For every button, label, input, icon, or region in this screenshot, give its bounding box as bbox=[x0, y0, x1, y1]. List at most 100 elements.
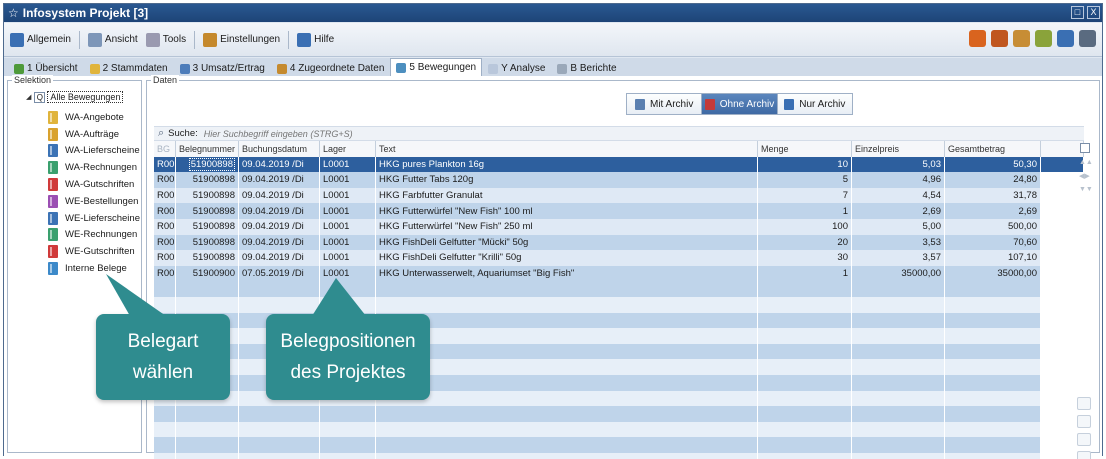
zoom-icon[interactable] bbox=[1077, 415, 1091, 428]
table-row[interactable]: R00 51900898 09.04.2019 /Di L0001 HKG Futter… bbox=[154, 203, 1084, 219]
empty-cell bbox=[376, 390, 758, 407]
table-row[interactable]: R00 51900898 09.04.2019 /Di L0001 HKG pures … bbox=[154, 156, 1084, 173]
cell-text: 09.04.2019 /Di bbox=[242, 236, 304, 248]
column-header[interactable]: Buchungsdatum bbox=[239, 141, 320, 157]
cell-belegnummer: 51900900 bbox=[176, 265, 239, 282]
cell-text: 09.04.2019 /Di bbox=[242, 205, 304, 217]
empty-cell bbox=[852, 296, 945, 313]
table-row[interactable]: R00 51900898 09.04.2019 /Di L0001 HKG FishDe… bbox=[154, 234, 1084, 251]
column-header[interactable]: Text bbox=[376, 141, 758, 157]
cell-text: HKG Farbfutter Granulat bbox=[379, 190, 483, 202]
sort-down-icon[interactable]: ▼▼ bbox=[1079, 186, 1093, 193]
cell-text: HKG Futterwürfel "New Fish" 100 ml bbox=[379, 205, 533, 217]
cell-buchungsdatum: 09.04.2019 /Di bbox=[239, 250, 320, 266]
sort-up-icon[interactable]: ▲▲ bbox=[1079, 159, 1093, 166]
filter-button[interactable]: Ohne Archiv bbox=[702, 94, 778, 114]
cell-lager: L0001 bbox=[320, 234, 376, 251]
tab-icon bbox=[396, 62, 407, 73]
tree-root[interactable]: ◢ Q Alle Bewegungen bbox=[26, 91, 124, 103]
menu-hilfe[interactable]: Hilfe bbox=[297, 32, 334, 47]
callout-line: des Projektes bbox=[290, 362, 406, 383]
close-button[interactable]: X bbox=[1087, 6, 1100, 19]
restore-button[interactable]: □ bbox=[1071, 6, 1084, 19]
table-row[interactable]: R00 51900898 09.04.2019 /Di L0001 HKG FishDe… bbox=[154, 250, 1084, 266]
table-row[interactable]: R00 51900898 09.04.2019 /Di L0001 HKG Farbfu… bbox=[154, 187, 1084, 204]
table-row[interactable]: R00 51900898 09.04.2019 /Di L0001 HKG Futter… bbox=[154, 172, 1084, 188]
menu-einstellungen[interactable]: Einstellungen bbox=[203, 32, 280, 47]
tree-item[interactable]: WA-Gutschriften bbox=[48, 176, 140, 193]
tab-7[interactable]: B Berichte bbox=[551, 60, 622, 76]
tab-5[interactable]: 5 Bewegungen bbox=[390, 58, 483, 76]
tools-icon bbox=[145, 32, 160, 47]
cell-text: 51900898 bbox=[192, 190, 235, 202]
empty-cell bbox=[852, 328, 945, 344]
cell-text: HKG FishDeli Gelfutter "Mücki" 50g bbox=[376, 234, 758, 251]
column-chooser-icon[interactable] bbox=[1080, 143, 1090, 153]
tree-item[interactable]: WA-Angebote bbox=[48, 109, 140, 126]
expand-icon[interactable]: ◢ bbox=[26, 93, 31, 101]
export-icon[interactable] bbox=[1077, 433, 1091, 446]
grid-view-icon[interactable] bbox=[1077, 397, 1091, 410]
cell-text: 3,53 bbox=[922, 236, 942, 248]
toolbar-icon[interactable] bbox=[991, 30, 1008, 47]
menu-allgemein[interactable]: Allgemein bbox=[10, 32, 71, 47]
toolbar-icon[interactable] bbox=[1035, 30, 1052, 47]
tree-item[interactable]: WA-Aufträge bbox=[48, 126, 140, 143]
tree-item[interactable]: WE-Bestellungen bbox=[48, 193, 140, 210]
toolbar-icon[interactable] bbox=[1079, 30, 1096, 47]
empty-cell bbox=[239, 406, 320, 422]
column-header[interactable]: Einzelpreis bbox=[852, 141, 945, 157]
filter-button[interactable]: Mit Archiv bbox=[627, 94, 703, 114]
cell-text: 4,96 bbox=[922, 174, 942, 186]
cell-einzelpreis: 2,69 bbox=[852, 203, 945, 219]
menu-ansicht[interactable]: Ansicht bbox=[87, 32, 138, 47]
tab-4[interactable]: 4 Zugeordnete Daten bbox=[271, 60, 391, 76]
empty-cell bbox=[176, 406, 239, 422]
table-row[interactable]: R00 51900898 09.04.2019 /Di L0001 HKG Futter… bbox=[154, 218, 1084, 235]
document-icon bbox=[48, 110, 58, 124]
toolbar-icon[interactable] bbox=[1057, 30, 1074, 47]
tree-item[interactable]: WA-Lieferscheine bbox=[48, 143, 140, 160]
cell-text: HKG Futterwürfel "New Fish" 250 ml bbox=[376, 218, 758, 235]
cell-lager: L0001 bbox=[320, 156, 376, 173]
toolbar-icon[interactable] bbox=[1013, 30, 1030, 47]
column-header[interactable]: Gesamtbetrag bbox=[945, 141, 1041, 157]
cell-belegnummer: 51900898 bbox=[176, 234, 239, 251]
move-icon[interactable]: ◀▶ bbox=[1079, 172, 1090, 180]
cell-einzelpreis: 4,96 bbox=[852, 172, 945, 188]
cell-text: HKG Farbfutter Granulat bbox=[376, 187, 758, 204]
people-icon bbox=[87, 32, 102, 47]
column-header[interactable]: BG bbox=[154, 141, 176, 157]
cell-text: HKG Futter Tabs 120g bbox=[379, 174, 474, 186]
row-filler bbox=[1041, 156, 1084, 173]
empty-cell bbox=[852, 406, 945, 422]
tab-6[interactable]: Y Analyse bbox=[482, 60, 551, 76]
tree-item[interactable]: WE-Gutschriften bbox=[48, 243, 140, 260]
row-filler bbox=[1041, 265, 1084, 282]
tree-item-label: WE-Rechnungen bbox=[65, 229, 138, 241]
filter-label: Ohne Archiv bbox=[719, 98, 775, 110]
tree-item[interactable]: WA-Rechnungen bbox=[48, 159, 140, 176]
tab-1[interactable]: 1 Übersicht bbox=[8, 60, 84, 76]
tree-item[interactable]: WE-Rechnungen bbox=[48, 227, 140, 244]
empty-cell bbox=[945, 452, 1041, 459]
empty-cell bbox=[154, 437, 176, 453]
search-input[interactable] bbox=[203, 128, 504, 139]
empty-cell bbox=[239, 452, 320, 459]
cell-text: 20 bbox=[837, 236, 848, 248]
search-row: ⌕ Suche: bbox=[154, 126, 1084, 141]
empty-cell bbox=[852, 452, 945, 459]
menu-tools[interactable]: Tools bbox=[145, 32, 186, 47]
cell-text: 51900898 bbox=[192, 236, 235, 248]
tab-2[interactable]: 2 Stammdaten bbox=[84, 60, 174, 76]
tab-3[interactable]: 3 Umsatz/Ertrag bbox=[174, 60, 271, 76]
column-header[interactable]: Menge bbox=[758, 141, 852, 157]
toolbar-icon[interactable] bbox=[969, 30, 986, 47]
print-icon[interactable] bbox=[1077, 451, 1091, 459]
column-header[interactable]: Lager bbox=[320, 141, 376, 157]
cell-belegnummer: 51900898 bbox=[176, 172, 239, 188]
column-header[interactable]: Belegnummer bbox=[176, 141, 239, 157]
cell-lager: L0001 bbox=[320, 250, 376, 266]
tree-item[interactable]: WE-Lieferscheine bbox=[48, 210, 140, 227]
filter-button[interactable]: Nur Archiv bbox=[778, 94, 852, 114]
